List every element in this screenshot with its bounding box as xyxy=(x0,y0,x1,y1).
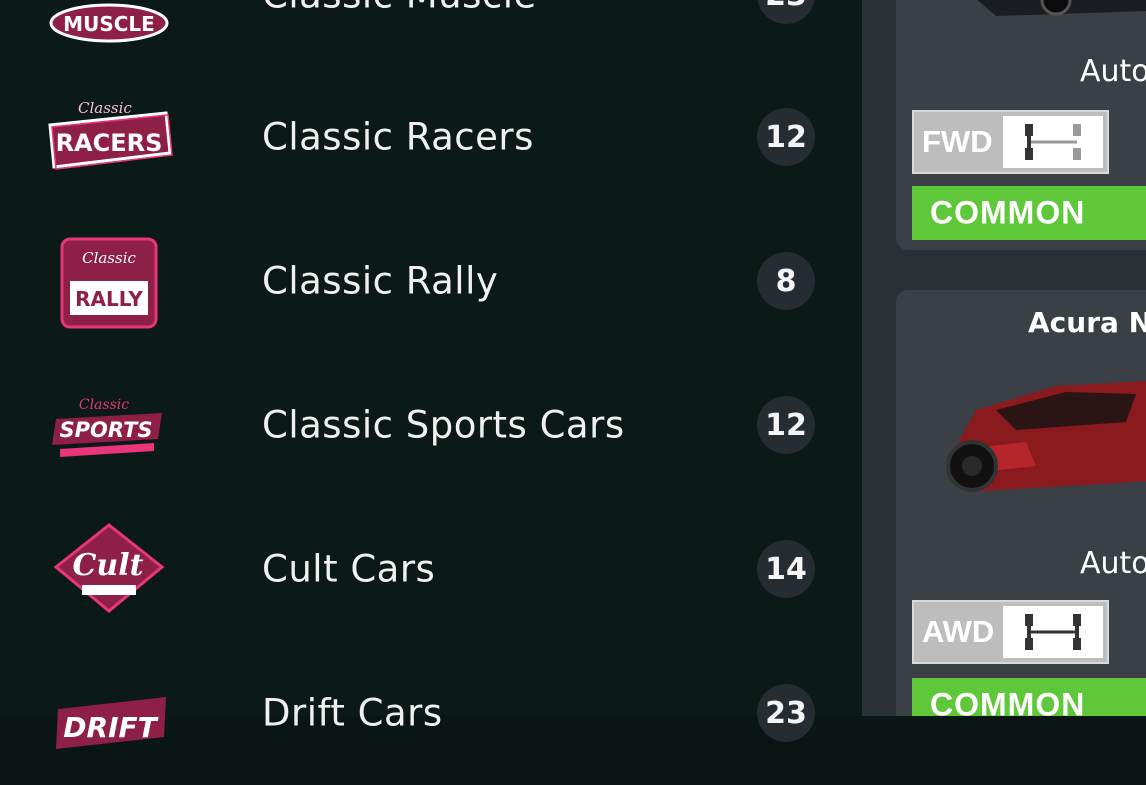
category-row-classic-racers[interactable]: Classic RACERS Classic Racers 12 xyxy=(0,65,862,209)
category-count-badge: 14 xyxy=(757,540,815,598)
car-card[interactable]: Auto FWD COMMON xyxy=(896,0,1146,250)
drift-logo-icon: DRIFT xyxy=(56,697,166,749)
rarity-bar: COMMON xyxy=(912,678,1146,716)
rarity-bar: COMMON xyxy=(912,186,1146,240)
svg-text:Classic: Classic xyxy=(78,99,132,117)
svg-text:RALLY: RALLY xyxy=(75,287,143,311)
car-image xyxy=(977,0,1146,16)
svg-text:Classic: Classic xyxy=(79,397,129,413)
category-count-badge: 12 xyxy=(757,396,815,454)
category-label: Classic Racers xyxy=(262,115,534,159)
category-label: Drift Cars xyxy=(262,691,443,735)
category-list: MUSCLE Classic Muscle 23 Classic RACERS … xyxy=(0,0,862,749)
drivetrain-badge: FWD xyxy=(912,110,1109,174)
racers-logo-icon: Classic RACERS xyxy=(48,99,173,170)
category-row-classic-rally[interactable]: Classic RALLY Classic Rally 8 xyxy=(0,209,862,353)
cult-logo-icon: Cult xyxy=(53,523,165,613)
category-count-badge: 8 xyxy=(757,252,815,310)
sports-logo-icon: Classic SPORTS xyxy=(52,397,162,457)
drivetrain-label: FWD xyxy=(922,124,993,159)
car-image xyxy=(946,381,1146,492)
svg-text:SPORTS: SPORTS xyxy=(59,418,152,442)
category-label: Classic Sports Cars xyxy=(262,403,625,447)
category-count-badge: 23 xyxy=(757,684,815,742)
rally-logo-icon: Classic RALLY xyxy=(60,237,158,329)
category-count-badge: 12 xyxy=(757,108,815,166)
drivetrain-awd-icon xyxy=(1003,606,1103,658)
category-label: Classic Muscle xyxy=(262,0,537,17)
svg-text:Cult: Cult xyxy=(73,548,144,583)
category-row-classic-sports-cars[interactable]: Classic SPORTS Classic Sports Cars 12 xyxy=(0,353,862,497)
muscle-logo-icon: MUSCLE xyxy=(49,3,169,43)
transmission-label: Auto xyxy=(1080,54,1146,89)
transmission-label: Auto xyxy=(1080,546,1146,581)
drivetrain-fwd-icon xyxy=(1003,116,1103,168)
category-row-drift-cars[interactable]: DRIFT Drift Cars 23 xyxy=(0,641,862,785)
svg-text:MUSCLE: MUSCLE xyxy=(63,12,155,36)
svg-text:RACERS: RACERS xyxy=(56,129,163,157)
car-name: Acura N xyxy=(1028,306,1146,339)
category-label: Classic Rally xyxy=(262,259,499,303)
drivetrain-badge: AWD xyxy=(912,600,1109,664)
category-label: Cult Cars xyxy=(262,547,436,591)
category-row-classic-muscle[interactable]: MUSCLE Classic Muscle 23 xyxy=(0,0,862,67)
panel-divider xyxy=(862,0,892,716)
drivetrain-label: AWD xyxy=(922,614,995,649)
category-count-badge: 23 xyxy=(757,0,815,24)
category-row-cult-cars[interactable]: Cult Cult Cars 14 xyxy=(0,497,862,641)
svg-text:Classic: Classic xyxy=(82,249,136,267)
car-panel: Auto FWD COMMON Acura N Auto AWD COMMON xyxy=(892,0,1146,716)
rarity-label: COMMON xyxy=(930,686,1086,717)
rarity-label: COMMON xyxy=(930,194,1086,231)
car-card[interactable]: Acura N Auto AWD COMMON xyxy=(896,290,1146,716)
